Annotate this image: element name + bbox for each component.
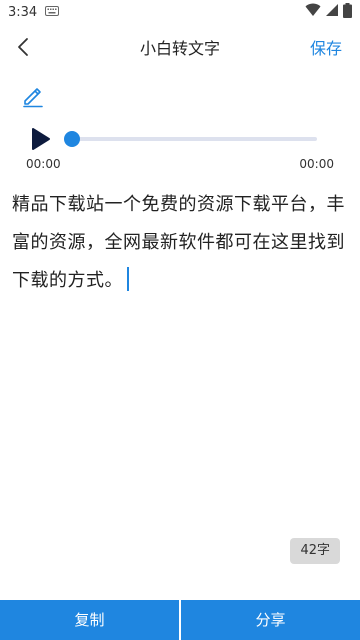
total-time: 00:00 [299, 157, 334, 171]
share-button[interactable]: 分享 [181, 600, 360, 640]
current-time: 00:00 [26, 157, 61, 171]
status-bar: 3:34 [0, 0, 360, 24]
transcript-text-area[interactable]: 精品下载站一个免费的资源下载平台，丰富的资源，全网最新软件都可在这里找到下载的方… [12, 186, 350, 300]
app-header: 小白转文字 保存 [0, 28, 360, 70]
transcript-text: 精品下载站一个免费的资源下载平台，丰富的资源，全网最新软件都可在这里找到下载的方… [12, 194, 345, 291]
edit-button[interactable] [20, 82, 46, 108]
audio-player [0, 122, 360, 156]
signal-icon [325, 3, 339, 21]
page-title: 小白转文字 [139, 39, 220, 58]
word-count-badge: 42字 [290, 538, 340, 564]
keyboard-icon [45, 5, 60, 20]
save-button[interactable]: 保存 [310, 28, 342, 70]
bottom-action-bar: 复制 分享 [0, 600, 360, 640]
pencil-icon [20, 88, 46, 112]
text-cursor [127, 267, 129, 291]
status-time: 3:34 [8, 4, 38, 20]
progress-track[interactable] [70, 137, 317, 141]
play-button[interactable] [30, 127, 52, 151]
play-icon [30, 128, 52, 155]
copy-button[interactable]: 复制 [0, 600, 179, 640]
progress-thumb[interactable] [64, 131, 80, 147]
wifi-icon [305, 3, 321, 21]
status-right [305, 2, 352, 22]
status-left: 3:34 [8, 4, 60, 20]
battery-icon [343, 2, 352, 22]
